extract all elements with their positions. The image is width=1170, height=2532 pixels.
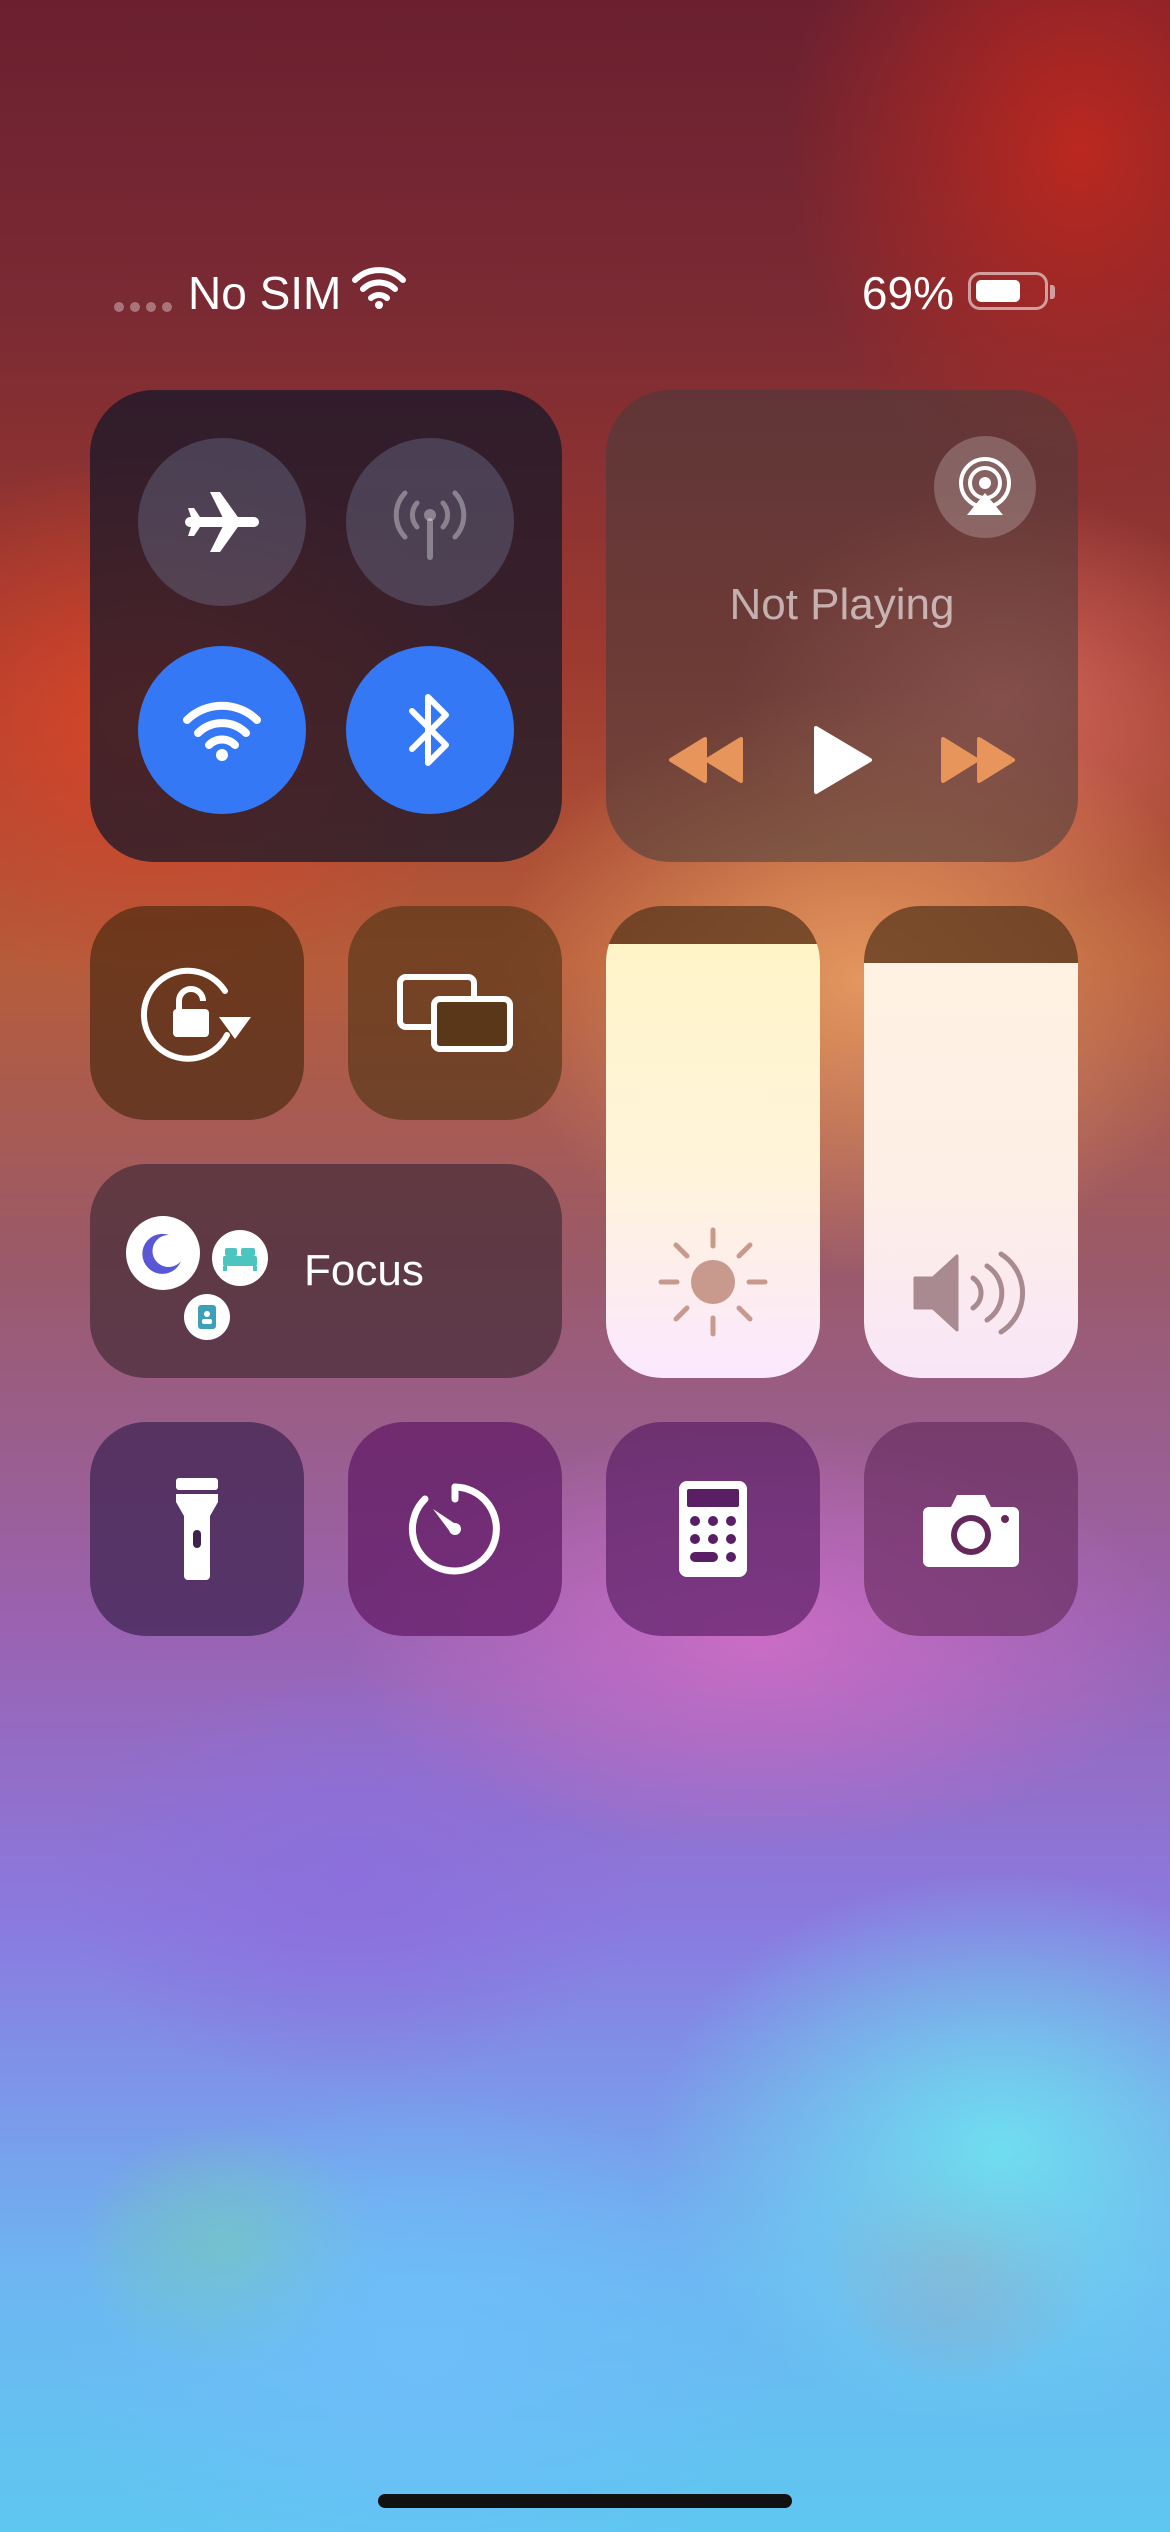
battery-icon (968, 272, 1055, 310)
speaker-icon (913, 1251, 1026, 1335)
home-indicator[interactable] (378, 2494, 792, 2508)
wifi-icon (183, 701, 261, 761)
wifi-toggle[interactable] (138, 646, 306, 814)
focus-button[interactable]: Focus (90, 1164, 562, 1378)
flashlight-icon (176, 1478, 218, 1580)
wifi-status-icon (352, 267, 406, 309)
id-badge-icon (184, 1294, 230, 1340)
calculator-icon (679, 1481, 747, 1577)
cellular-signal-icon (114, 302, 172, 312)
fast-forward-icon (941, 737, 1015, 783)
screen-mirroring-toggle[interactable] (348, 906, 562, 1120)
sun-icon (658, 1227, 768, 1337)
play-icon (814, 726, 872, 794)
now-playing-title: Not Playing (729, 580, 955, 629)
bed-icon (212, 1230, 268, 1286)
status-bar: No SIM 69% (0, 262, 1170, 322)
flashlight-button[interactable] (90, 1422, 304, 1636)
bluetooth-icon (409, 694, 449, 766)
rotation-lock-icon (140, 967, 251, 1062)
airplane-mode-toggle[interactable] (138, 438, 306, 606)
camera-icon (923, 1495, 1019, 1567)
play-button[interactable] (802, 720, 882, 800)
now-playing-panel: Not Playing (606, 390, 1078, 862)
timer-icon (408, 1483, 500, 1575)
camera-button[interactable] (864, 1422, 1078, 1636)
antenna-icon (393, 490, 467, 560)
airplane-icon (185, 492, 259, 552)
screen-mirroring-icon (397, 974, 513, 1052)
volume-slider[interactable] (864, 906, 1078, 1378)
orientation-lock-toggle[interactable] (90, 906, 304, 1120)
rewind-icon (669, 737, 743, 783)
brightness-slider[interactable] (606, 906, 820, 1378)
battery-percentage: 69% (861, 267, 954, 319)
connectivity-panel (90, 390, 562, 862)
bluetooth-toggle[interactable] (346, 646, 514, 814)
calculator-button[interactable] (606, 1422, 820, 1636)
focus-label: Focus (304, 1246, 424, 1295)
timer-button[interactable] (348, 1422, 562, 1636)
cellular-data-toggle[interactable] (346, 438, 514, 606)
airplay-button[interactable] (934, 436, 1036, 538)
carrier-label: No SIM (188, 267, 342, 319)
moon-icon (126, 1216, 200, 1290)
rewind-button[interactable] (666, 720, 746, 800)
fast-forward-button[interactable] (938, 720, 1018, 800)
airplay-audio-icon (959, 457, 1011, 515)
